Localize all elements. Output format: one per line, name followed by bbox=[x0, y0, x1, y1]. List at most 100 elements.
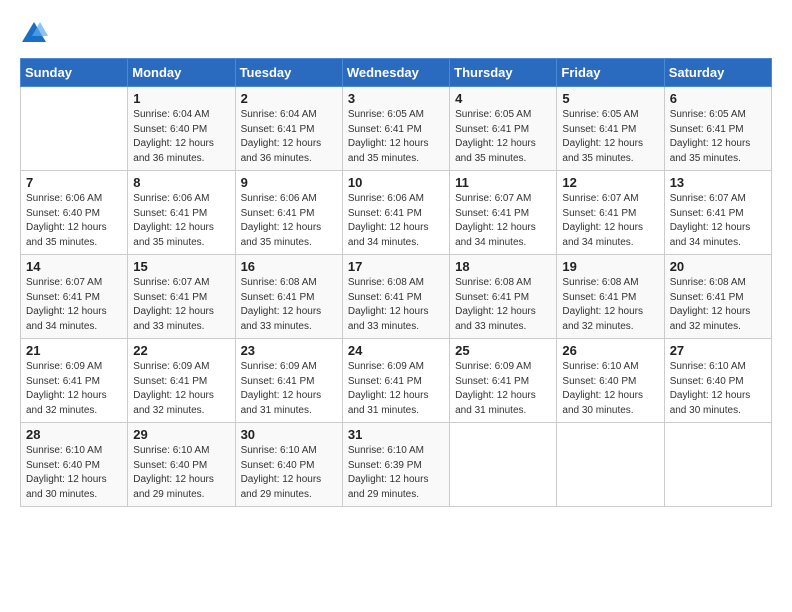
day-info: Sunrise: 6:09 AM Sunset: 6:41 PM Dayligh… bbox=[26, 360, 122, 418]
day-info: Sunrise: 6:06 AM Sunset: 6:40 PM Dayligh… bbox=[26, 192, 122, 250]
day-number: 5 bbox=[562, 91, 658, 106]
day-number: 14 bbox=[26, 259, 122, 274]
day-cell: 31 Sunrise: 6:10 AM Sunset: 6:39 PM Dayli… bbox=[342, 423, 449, 507]
day-cell: 11 Sunrise: 6:07 AM Sunset: 6:41 PM Dayli… bbox=[450, 171, 557, 255]
day-cell: 17 Sunrise: 6:08 AM Sunset: 6:41 PM Dayli… bbox=[342, 255, 449, 339]
day-cell: 4Sunrise: 6:05 AM Sunset: 6:41 PM Daylig… bbox=[450, 87, 557, 171]
calendar-body: 1 Sunrise: 6:04 AM Sunset: 6:40 PM Daylig… bbox=[21, 87, 772, 507]
day-info: Sunrise: 6:07 AM Sunset: 6:41 PM Dayligh… bbox=[670, 192, 766, 250]
day-info: Sunrise: 6:10 AM Sunset: 6:40 PM Dayligh… bbox=[241, 444, 337, 502]
day-info: Sunrise: 6:05 AM Sunset: 6:41 PM Dayligh… bbox=[562, 108, 658, 166]
day-number: 11 bbox=[455, 175, 551, 190]
day-cell bbox=[664, 423, 771, 507]
day-info: Sunrise: 6:08 AM Sunset: 6:41 PM Dayligh… bbox=[348, 276, 444, 334]
header-cell-saturday: Saturday bbox=[664, 59, 771, 87]
day-cell: 20 Sunrise: 6:08 AM Sunset: 6:41 PM Dayli… bbox=[664, 255, 771, 339]
day-cell: 26 Sunrise: 6:10 AM Sunset: 6:40 PM Dayli… bbox=[557, 339, 664, 423]
day-number: 17 bbox=[348, 259, 444, 274]
week-row-1: 7 Sunrise: 6:06 AM Sunset: 6:40 PM Daylig… bbox=[21, 171, 772, 255]
day-cell bbox=[557, 423, 664, 507]
day-cell: 29Sunrise: 6:10 AM Sunset: 6:40 PM Dayli… bbox=[128, 423, 235, 507]
day-info: Sunrise: 6:06 AM Sunset: 6:41 PM Dayligh… bbox=[348, 192, 444, 250]
day-info: Sunrise: 6:10 AM Sunset: 6:40 PM Dayligh… bbox=[26, 444, 122, 502]
day-info: Sunrise: 6:09 AM Sunset: 6:41 PM Dayligh… bbox=[133, 360, 229, 418]
day-cell: 9 Sunrise: 6:06 AM Sunset: 6:41 PM Daylig… bbox=[235, 171, 342, 255]
day-number: 8 bbox=[133, 175, 229, 190]
day-info: Sunrise: 6:10 AM Sunset: 6:40 PM Dayligh… bbox=[562, 360, 658, 418]
day-info: Sunrise: 6:04 AM Sunset: 6:40 PM Dayligh… bbox=[133, 108, 229, 166]
day-info: Sunrise: 6:07 AM Sunset: 6:41 PM Dayligh… bbox=[562, 192, 658, 250]
day-number: 4 bbox=[455, 91, 551, 106]
day-info: Sunrise: 6:09 AM Sunset: 6:41 PM Dayligh… bbox=[455, 360, 551, 418]
day-number: 27 bbox=[670, 343, 766, 358]
header-cell-friday: Friday bbox=[557, 59, 664, 87]
day-number: 31 bbox=[348, 427, 444, 442]
day-number: 18 bbox=[455, 259, 551, 274]
day-info: Sunrise: 6:08 AM Sunset: 6:41 PM Dayligh… bbox=[670, 276, 766, 334]
day-number: 12 bbox=[562, 175, 658, 190]
day-cell: 8 Sunrise: 6:06 AM Sunset: 6:41 PM Daylig… bbox=[128, 171, 235, 255]
logo-icon bbox=[20, 20, 48, 48]
day-cell: 15 Sunrise: 6:07 AM Sunset: 6:41 PM Dayli… bbox=[128, 255, 235, 339]
day-number: 9 bbox=[241, 175, 337, 190]
day-cell: 27 Sunrise: 6:10 AM Sunset: 6:40 PM Dayli… bbox=[664, 339, 771, 423]
day-number: 20 bbox=[670, 259, 766, 274]
week-row-0: 1 Sunrise: 6:04 AM Sunset: 6:40 PM Daylig… bbox=[21, 87, 772, 171]
day-number: 13 bbox=[670, 175, 766, 190]
week-row-2: 14 Sunrise: 6:07 AM Sunset: 6:41 PM Dayli… bbox=[21, 255, 772, 339]
logo bbox=[20, 20, 52, 48]
day-number: 16 bbox=[241, 259, 337, 274]
day-cell: 24 Sunrise: 6:09 AM Sunset: 6:41 PM Dayli… bbox=[342, 339, 449, 423]
day-info: Sunrise: 6:10 AM Sunset: 6:39 PM Dayligh… bbox=[348, 444, 444, 502]
day-info: Sunrise: 6:06 AM Sunset: 6:41 PM Dayligh… bbox=[241, 192, 337, 250]
day-cell: 19 Sunrise: 6:08 AM Sunset: 6:41 PM Dayli… bbox=[557, 255, 664, 339]
day-info: Sunrise: 6:08 AM Sunset: 6:41 PM Dayligh… bbox=[241, 276, 337, 334]
day-cell: 5 Sunrise: 6:05 AM Sunset: 6:41 PM Daylig… bbox=[557, 87, 664, 171]
day-number: 21 bbox=[26, 343, 122, 358]
day-info: Sunrise: 6:07 AM Sunset: 6:41 PM Dayligh… bbox=[455, 192, 551, 250]
day-number: 2 bbox=[241, 91, 337, 106]
day-number: 19 bbox=[562, 259, 658, 274]
day-info: Sunrise: 6:06 AM Sunset: 6:41 PM Dayligh… bbox=[133, 192, 229, 250]
page-header bbox=[20, 20, 772, 48]
week-row-4: 28Sunrise: 6:10 AM Sunset: 6:40 PM Dayli… bbox=[21, 423, 772, 507]
day-cell bbox=[21, 87, 128, 171]
header-cell-thursday: Thursday bbox=[450, 59, 557, 87]
calendar-table: SundayMondayTuesdayWednesdayThursdayFrid… bbox=[20, 58, 772, 507]
day-info: Sunrise: 6:08 AM Sunset: 6:41 PM Dayligh… bbox=[455, 276, 551, 334]
day-cell: 25 Sunrise: 6:09 AM Sunset: 6:41 PM Dayli… bbox=[450, 339, 557, 423]
day-info: Sunrise: 6:04 AM Sunset: 6:41 PM Dayligh… bbox=[241, 108, 337, 166]
day-cell: 1 Sunrise: 6:04 AM Sunset: 6:40 PM Daylig… bbox=[128, 87, 235, 171]
day-number: 6 bbox=[670, 91, 766, 106]
day-info: Sunrise: 6:09 AM Sunset: 6:41 PM Dayligh… bbox=[348, 360, 444, 418]
day-number: 7 bbox=[26, 175, 122, 190]
header-cell-sunday: Sunday bbox=[21, 59, 128, 87]
day-info: Sunrise: 6:05 AM Sunset: 6:41 PM Dayligh… bbox=[670, 108, 766, 166]
day-number: 10 bbox=[348, 175, 444, 190]
day-info: Sunrise: 6:07 AM Sunset: 6:41 PM Dayligh… bbox=[133, 276, 229, 334]
day-number: 3 bbox=[348, 91, 444, 106]
day-cell: 22 Sunrise: 6:09 AM Sunset: 6:41 PM Dayli… bbox=[128, 339, 235, 423]
day-number: 24 bbox=[348, 343, 444, 358]
day-cell bbox=[450, 423, 557, 507]
header-cell-monday: Monday bbox=[128, 59, 235, 87]
day-number: 25 bbox=[455, 343, 551, 358]
day-cell: 14Sunrise: 6:07 AM Sunset: 6:41 PM Dayli… bbox=[21, 255, 128, 339]
day-info: Sunrise: 6:08 AM Sunset: 6:41 PM Dayligh… bbox=[562, 276, 658, 334]
day-number: 26 bbox=[562, 343, 658, 358]
day-number: 30 bbox=[241, 427, 337, 442]
day-info: Sunrise: 6:09 AM Sunset: 6:41 PM Dayligh… bbox=[241, 360, 337, 418]
calendar-header: SundayMondayTuesdayWednesdayThursdayFrid… bbox=[21, 59, 772, 87]
day-info: Sunrise: 6:10 AM Sunset: 6:40 PM Dayligh… bbox=[670, 360, 766, 418]
day-number: 23 bbox=[241, 343, 337, 358]
header-cell-wednesday: Wednesday bbox=[342, 59, 449, 87]
week-row-3: 21 Sunrise: 6:09 AM Sunset: 6:41 PM Dayli… bbox=[21, 339, 772, 423]
day-number: 1 bbox=[133, 91, 229, 106]
day-number: 22 bbox=[133, 343, 229, 358]
day-cell: 23 Sunrise: 6:09 AM Sunset: 6:41 PM Dayli… bbox=[235, 339, 342, 423]
day-cell: 21 Sunrise: 6:09 AM Sunset: 6:41 PM Dayli… bbox=[21, 339, 128, 423]
day-number: 15 bbox=[133, 259, 229, 274]
day-cell: 6 Sunrise: 6:05 AM Sunset: 6:41 PM Daylig… bbox=[664, 87, 771, 171]
day-number: 29 bbox=[133, 427, 229, 442]
day-info: Sunrise: 6:05 AM Sunset: 6:41 PM Dayligh… bbox=[348, 108, 444, 166]
